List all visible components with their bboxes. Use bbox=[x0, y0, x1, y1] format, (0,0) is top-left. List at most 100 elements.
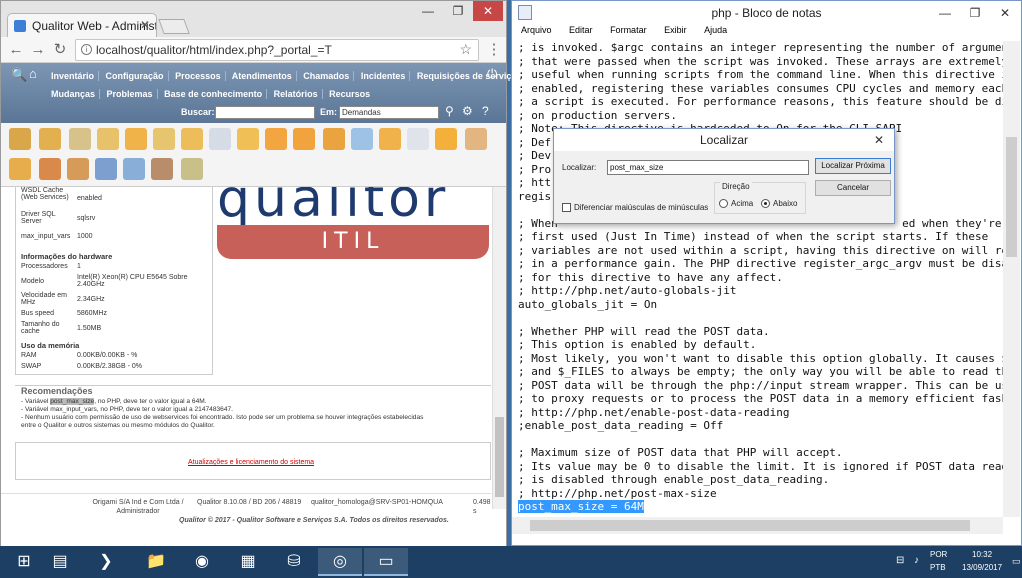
toolbar-icon-4[interactable] bbox=[97, 128, 119, 150]
home-icon[interactable]: ⌂ bbox=[29, 66, 37, 81]
toolbar-icon-8[interactable] bbox=[209, 128, 231, 150]
menu-arquivo[interactable]: Arquivo bbox=[521, 25, 552, 35]
close-window-icon[interactable]: ✕ bbox=[990, 3, 1020, 23]
nav-recursos[interactable]: Recursos bbox=[329, 89, 374, 99]
toolbar-icon-21[interactable] bbox=[95, 158, 117, 180]
new-tab-button[interactable] bbox=[158, 19, 190, 34]
nav-incidentes[interactable]: Incidentes bbox=[360, 71, 411, 81]
clock-time[interactable]: 10:32 bbox=[972, 550, 992, 559]
notifications-icon[interactable]: ▭ bbox=[1012, 556, 1021, 567]
clock-date[interactable]: 13/09/2017 bbox=[962, 563, 1002, 572]
minimize-icon[interactable]: — bbox=[413, 1, 443, 21]
search-scope-select[interactable]: Demandas bbox=[339, 106, 439, 119]
gear-icon[interactable]: ⚙ bbox=[462, 104, 473, 118]
toolbar-icon-6[interactable] bbox=[153, 128, 175, 150]
nav-mudancas[interactable]: Mudanças bbox=[51, 89, 101, 99]
powershell-icon[interactable]: ❯ bbox=[84, 548, 128, 576]
toolbar-icon-3[interactable] bbox=[69, 128, 91, 150]
menu-ajuda[interactable]: Ajuda bbox=[704, 25, 727, 35]
language-secondary[interactable]: PTB bbox=[930, 563, 946, 572]
toolbar-icon-10[interactable] bbox=[265, 128, 287, 150]
toolbar-icon-12[interactable] bbox=[323, 128, 345, 150]
bookmark-star-icon[interactable]: ☆ bbox=[459, 41, 472, 58]
menu-formatar[interactable]: Formatar bbox=[610, 25, 647, 35]
nav-inventario[interactable]: Inventário bbox=[51, 71, 100, 81]
toolbar-icon-13[interactable] bbox=[351, 128, 373, 150]
notepad-text-area[interactable]: ; is invoked. $argc contains an integer … bbox=[518, 41, 1004, 525]
toolbar-icon-23[interactable] bbox=[151, 158, 173, 180]
minimize-icon[interactable]: — bbox=[930, 3, 960, 23]
server-manager-icon[interactable]: ▤ bbox=[38, 548, 82, 576]
file-explorer-icon[interactable]: 📁 bbox=[134, 548, 178, 576]
info-row: Bus speed 5860MHz bbox=[15, 310, 213, 321]
nav-requisicoes[interactable]: Requisições de serviço bbox=[417, 71, 521, 81]
updates-link[interactable]: Atualizações e licenciamento do sistema bbox=[188, 459, 314, 466]
volume-icon[interactable]: ♪ bbox=[914, 555, 919, 566]
toolbar-icon-1[interactable] bbox=[9, 128, 31, 150]
browser-tab[interactable]: Qualitor Web - Administ ✕ bbox=[7, 13, 157, 38]
menu-editar[interactable]: Editar bbox=[569, 25, 593, 35]
nav-base-conhecimento[interactable]: Base de conhecimento bbox=[164, 89, 268, 99]
notepad-taskbar-icon[interactable]: ▭ bbox=[364, 548, 408, 576]
toolbar-icon-5[interactable] bbox=[125, 128, 147, 150]
cancel-button[interactable]: Cancelar bbox=[815, 180, 891, 196]
search-input[interactable] bbox=[215, 106, 315, 119]
forward-icon[interactable]: → bbox=[29, 41, 47, 59]
scroll-thumb[interactable] bbox=[495, 417, 504, 497]
nav-processos[interactable]: Processos bbox=[175, 71, 226, 81]
nav-relatorios[interactable]: Relatórios bbox=[273, 89, 323, 99]
text-line: ; http://php.net/auto-globals-jit bbox=[518, 284, 737, 297]
nav-atendimentos[interactable]: Atendimentos bbox=[231, 71, 297, 81]
toolbar-icon-14[interactable] bbox=[379, 128, 401, 150]
nav-configuracao[interactable]: Configuração bbox=[105, 71, 169, 81]
find-input[interactable]: post_max_size bbox=[607, 160, 809, 175]
close-dialog-icon[interactable]: ✕ bbox=[864, 130, 894, 150]
toolbar-icon-17[interactable] bbox=[465, 128, 487, 150]
help-icon[interactable]: ? bbox=[482, 104, 489, 118]
firefox-icon[interactable]: ◉ bbox=[180, 548, 224, 576]
chrome-menu-icon[interactable]: ⋮ bbox=[485, 41, 503, 59]
info-value: 0.00KB/2.38GB - 0% bbox=[77, 363, 142, 370]
close-window-icon[interactable]: ✕ bbox=[473, 1, 503, 21]
horizontal-scrollbar[interactable] bbox=[512, 517, 1003, 534]
match-case-checkbox[interactable] bbox=[562, 203, 571, 212]
find-next-button[interactable]: Localizar Próxima bbox=[815, 158, 891, 174]
nav-chamados[interactable]: Chamados bbox=[303, 71, 355, 81]
toolbar-icon-22[interactable] bbox=[123, 158, 145, 180]
toolbar-icon-20[interactable] bbox=[67, 158, 89, 180]
app-icon[interactable]: ▦ bbox=[226, 548, 270, 576]
database-tool-icon[interactable]: ⛁ bbox=[272, 548, 316, 576]
search-go-icon[interactable]: ⚲ bbox=[445, 104, 454, 118]
content-scrollbar[interactable] bbox=[492, 187, 506, 509]
toolbar-icon-11[interactable] bbox=[293, 128, 315, 150]
direction-up-radio[interactable] bbox=[719, 199, 728, 208]
info-row: max_input_vars 1000 bbox=[15, 233, 213, 244]
site-info-icon[interactable]: i bbox=[81, 44, 92, 55]
maximize-icon[interactable]: ❐ bbox=[960, 3, 990, 23]
toolbar-icon-19[interactable] bbox=[39, 158, 61, 180]
nav-problemas[interactable]: Problemas bbox=[106, 89, 158, 99]
scroll-thumb[interactable] bbox=[530, 520, 970, 531]
text-line: ; is disabled through enable_post_data_r… bbox=[518, 473, 830, 486]
search-icon[interactable]: 🔍 bbox=[11, 67, 27, 83]
address-bar[interactable]: i localhost/qualitor/html/index.php?_por… bbox=[75, 39, 479, 61]
toolbar-icon-9[interactable] bbox=[237, 128, 259, 150]
reload-icon[interactable]: ↻ bbox=[51, 41, 69, 59]
network-icon[interactable]: ⊟ bbox=[896, 555, 904, 566]
menu-exibir[interactable]: Exibir bbox=[664, 25, 687, 35]
close-tab-icon[interactable]: ✕ bbox=[140, 18, 150, 32]
back-icon[interactable]: ← bbox=[7, 41, 25, 59]
footer-time: 0.498 s bbox=[473, 499, 491, 515]
language-primary[interactable]: POR bbox=[930, 550, 947, 559]
vertical-scrollbar[interactable] bbox=[1003, 41, 1020, 517]
toolbar-icon-15[interactable] bbox=[407, 128, 429, 150]
direction-down-radio[interactable] bbox=[761, 199, 770, 208]
toolbar-icon-24[interactable] bbox=[181, 158, 203, 180]
toolbar-icon-7[interactable] bbox=[181, 128, 203, 150]
maximize-icon[interactable]: ❐ bbox=[443, 1, 473, 21]
chrome-taskbar-icon[interactable]: ◎ bbox=[318, 548, 362, 576]
toolbar-icon-2[interactable] bbox=[39, 128, 61, 150]
toolbar-icon-16[interactable] bbox=[435, 128, 457, 150]
scroll-thumb[interactable] bbox=[1006, 137, 1017, 257]
toolbar-icon-18[interactable] bbox=[9, 158, 31, 180]
